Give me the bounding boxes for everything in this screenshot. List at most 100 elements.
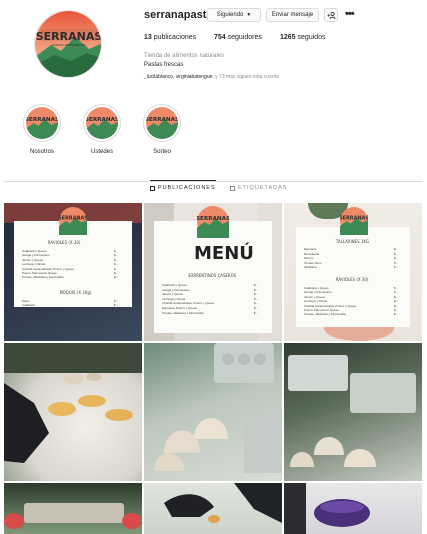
profile-bio: Pastas frescas xyxy=(144,62,184,68)
followed-by-text[interactable]: _lucilablanco, virginiabatengue, y 73 má… xyxy=(144,74,279,80)
pasta-photo-icon xyxy=(4,503,142,529)
svg-text:SERRANAS: SERRANAS xyxy=(197,216,229,222)
menu-item: Jamón y Queso xyxy=(304,294,326,299)
menu-item-price: $... xyxy=(114,312,119,317)
menu-item: Espinaca, Puerro y Queso xyxy=(162,306,198,310)
post-photo-sorrentinos-tray[interactable] xyxy=(284,343,422,481)
menu-item-price: $... xyxy=(114,271,119,275)
highlight-logo-icon: SERRANAS xyxy=(146,107,178,139)
serranas-logo-icon: SERRANAS xyxy=(197,206,229,238)
menu-item-price: $... xyxy=(394,290,399,295)
menu-item-price: $... xyxy=(114,307,119,312)
menu-item: Calabaza xyxy=(22,303,35,308)
menu-item-price: $... xyxy=(114,262,119,267)
following-count[interactable]: 1265 seguidos xyxy=(280,34,326,41)
menu-item: Calabaza y Queso xyxy=(304,286,329,290)
svg-text:SERRANAS: SERRANAS xyxy=(36,30,102,43)
highlight-nosotros[interactable]: SERRANAS Nosotros xyxy=(22,104,62,155)
menu-item: Lechuga y Ricota xyxy=(304,299,328,304)
menu-item: Jamón y Queso xyxy=(162,292,184,297)
highlight-logo-icon: SERRANAS xyxy=(86,107,118,139)
menu-item: Jamón y Queso xyxy=(22,257,44,262)
profile-category: Tienda de alimentos naturales xyxy=(144,53,225,59)
menu-item: Cebolla Caramelizada, Puerro y Queso xyxy=(162,301,215,306)
post-photo-gloves-filling[interactable] xyxy=(144,483,282,534)
menu-section-title: SORRENTINOS CASEROS xyxy=(188,273,237,278)
menu-item: Remolacha xyxy=(304,251,320,256)
highlight-sorteo[interactable]: SERRANAS Sorteo xyxy=(142,104,182,155)
post-photo-dough[interactable] xyxy=(4,483,142,534)
menu-item: Tomate, Albahaca y Mozzarella xyxy=(304,312,346,317)
menu-item: Tomate Seco xyxy=(304,260,322,265)
menu-item-price: $... xyxy=(394,256,399,261)
more-options-icon[interactable]: ••• xyxy=(345,8,355,20)
menu-item: Albahaca xyxy=(304,265,317,270)
send-message-label: Enviar mensaje xyxy=(271,12,314,18)
menu-item-price: $... xyxy=(394,299,399,304)
tab-posts-label: PUBLICACIONES xyxy=(158,185,216,191)
menu-section-title: RAVIOLES (X 30) xyxy=(336,277,369,282)
add-user-icon xyxy=(327,11,335,19)
menu-item: Acelga y Parmesano xyxy=(162,287,190,292)
menu-section-title: TALLARINES 1KG xyxy=(336,239,370,244)
serranas-logo-icon: SERRANAS PASTAS ARTESANALES xyxy=(35,11,102,77)
menu-item: Calabaza y Queso xyxy=(22,249,47,253)
post-photo-ravioles-gloves[interactable] xyxy=(4,343,142,481)
highlight-ustedes[interactable]: SERRANAS Ustedes xyxy=(82,104,122,155)
menu-item-price: $... xyxy=(394,286,399,290)
post-menu-tallarines[interactable]: SERRANAS TALLARINES 1KG Espinaca $... Remo… xyxy=(284,203,422,341)
post-photo-bowl[interactable] xyxy=(284,483,422,534)
menu-item-price: $... xyxy=(394,265,399,270)
menu-item: Lechuga y Ricota xyxy=(162,296,186,301)
post-menu-ravioles[interactable]: SERRANAS RAVIOLES (X 30) Calabaza y Ques… xyxy=(4,203,142,341)
menu-item: Calabaza y Queso xyxy=(162,283,187,287)
menu-item-price: $... xyxy=(394,303,399,308)
menu-item-price: $... xyxy=(394,294,399,299)
menu-item-price: $... xyxy=(394,308,399,312)
svg-text:SERRANAS: SERRANAS xyxy=(86,117,118,123)
menu-item-price: $... xyxy=(254,306,259,310)
posts-grid: SERRANAS RAVIOLES (X 30) Calabaza y Ques… xyxy=(4,203,423,534)
tab-tagged-label: ETIQUETADAS xyxy=(238,185,288,191)
pasta-photo-icon xyxy=(284,483,370,534)
svg-text:SERRANAS: SERRANAS xyxy=(146,117,178,123)
menu-item: Acelga y Parmesano xyxy=(22,253,50,258)
grid-icon xyxy=(150,185,155,191)
menu-item: Papa xyxy=(22,299,30,303)
pasta-photo-icon xyxy=(164,483,282,523)
svg-text:SERRANAS: SERRANAS xyxy=(340,215,368,221)
highlight-label: Nosotros xyxy=(29,149,54,155)
highlight-logo-icon: SERRANAS xyxy=(26,107,58,139)
menu-item: Acelga y Parmesano xyxy=(304,290,332,295)
pasta-photo-icon xyxy=(288,355,416,467)
suggest-users-button[interactable] xyxy=(324,8,338,22)
menu-big-title: MENÚ xyxy=(194,243,254,264)
serranas-logo-icon: SERRANAS xyxy=(59,207,87,235)
menu-item: Remolacha xyxy=(22,312,38,317)
pasta-photo-icon xyxy=(4,343,142,463)
menu-item: Puerro Parmesano Queso xyxy=(304,308,339,312)
followers-count[interactable]: 754 seguidores xyxy=(214,34,262,41)
pasta-photo-icon xyxy=(154,343,282,473)
post-menu-sorrentinos[interactable]: SERRANAS MENÚ SORRENTINOS CASEROS Calaba… xyxy=(144,203,282,341)
menu-item-price: $... xyxy=(114,275,119,280)
menu-item-price: $... xyxy=(394,247,399,251)
tag-icon xyxy=(230,185,235,191)
menu-item: Morrón xyxy=(304,256,314,261)
menu-item: Cebolla Caramelizada, Puerro y Queso xyxy=(304,303,357,308)
menu-item-price: $... xyxy=(254,283,259,287)
post-photo-sorrentinos-molds[interactable] xyxy=(144,343,282,481)
tab-tagged[interactable]: ETIQUETADAS xyxy=(230,185,287,191)
menu-item-price: $... xyxy=(254,287,259,292)
posts-count[interactable]: 13 publicaciones xyxy=(144,34,196,41)
menu-item-price: $... xyxy=(394,251,399,256)
following-button[interactable]: Siguiendo ▼ xyxy=(207,8,261,22)
highlight-label: Sorteo xyxy=(153,149,171,155)
menu-item: Tomate, Albahaca y Mozzarella xyxy=(22,275,64,280)
tab-posts[interactable]: PUBLICACIONES xyxy=(150,180,216,191)
following-label: Siguiendo xyxy=(216,12,244,18)
menu-item: Cebolla Caramelizada, Puerro y Queso xyxy=(22,266,75,271)
profile-avatar[interactable]: SERRANAS PASTAS ARTESANALES xyxy=(34,10,102,78)
send-message-button[interactable]: Enviar mensaje xyxy=(266,8,319,22)
menu-item-price: $... xyxy=(114,299,119,303)
